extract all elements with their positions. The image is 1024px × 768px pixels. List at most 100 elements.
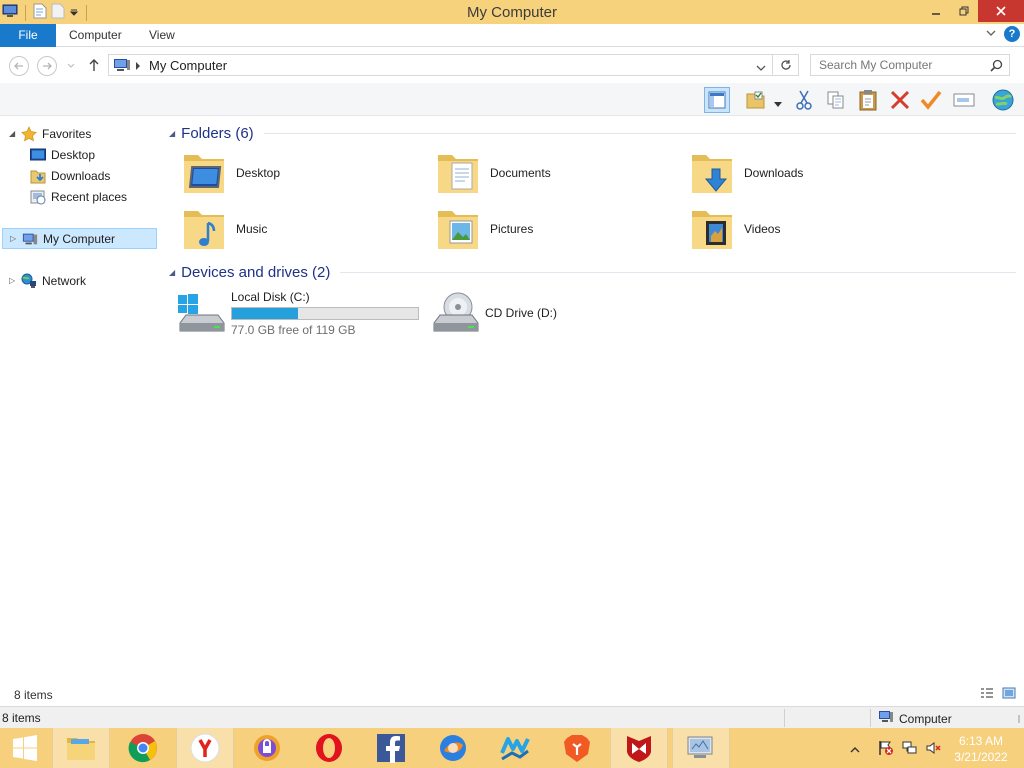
system-tray <box>850 740 942 759</box>
search-input[interactable] <box>819 55 989 75</box>
drive-local-disk-c[interactable]: Local Disk (C:) 77.0 GB free of 119 GB <box>168 286 424 340</box>
close-button[interactable] <box>978 0 1024 22</box>
drive-name: Local Disk (C:) <box>231 289 310 304</box>
search-box[interactable] <box>810 54 1010 76</box>
ribbon-controls: ? <box>986 26 1020 42</box>
cut-icon[interactable] <box>791 87 817 113</box>
collapse-arrow-icon[interactable]: ◢ <box>169 268 175 277</box>
taskbar-chrome[interactable] <box>114 728 172 768</box>
select-folder-icon[interactable] <box>744 87 770 113</box>
action-center-icon[interactable] <box>878 740 894 759</box>
paste-icon[interactable] <box>855 87 881 113</box>
star-icon <box>21 125 37 142</box>
drive-usage-fill <box>232 307 298 319</box>
expand-arrow-icon[interactable]: ▷ <box>10 234 20 243</box>
restore-button[interactable] <box>950 0 978 22</box>
details-bar: 8 items Computer <box>0 706 1024 728</box>
folders-group-title: Folders (6) <box>181 124 254 142</box>
tab-file[interactable]: File <box>0 24 56 47</box>
address-dropdown-icon[interactable] <box>756 61 766 75</box>
expand-ribbon-icon[interactable] <box>986 27 996 41</box>
browser-icon <box>440 735 466 761</box>
show-hidden-icons-icon[interactable] <box>850 743 860 757</box>
start-button[interactable] <box>0 728 50 768</box>
nav-network[interactable]: ▷ Network <box>9 270 86 291</box>
taskbar-browser[interactable] <box>424 728 482 768</box>
devices-group-header[interactable]: ◢ Devices and drives (2) <box>166 262 1016 282</box>
help-icon[interactable]: ? <box>1004 26 1020 42</box>
large-icons-view-icon[interactable] <box>1002 687 1016 702</box>
collapse-arrow-icon[interactable]: ◢ <box>9 129 19 138</box>
clock-date: 3/21/2022 <box>954 750 1008 764</box>
cd-drive-icon <box>430 289 479 337</box>
taskbar-brave[interactable] <box>548 728 606 768</box>
back-button[interactable] <box>9 56 29 76</box>
nav-item-recent-places[interactable]: Recent places <box>30 186 127 207</box>
nav-item-label: Desktop <box>51 147 96 162</box>
taskbar-file-explorer[interactable] <box>52 728 110 768</box>
nav-my-computer[interactable]: ▷ My Computer <box>2 228 157 249</box>
folder-label: Downloads <box>744 166 804 180</box>
computer-icon <box>878 710 894 727</box>
divider <box>263 132 1016 134</box>
network-status-icon[interactable] <box>902 740 918 759</box>
volume-muted-icon[interactable] <box>926 740 942 759</box>
taskbar-yandex[interactable] <box>176 728 234 768</box>
folder-videos[interactable]: Videos <box>678 202 928 256</box>
taskbar-mcafee[interactable] <box>610 728 668 768</box>
taskbar-clock[interactable]: 6:13 AM 3/21/2022 <box>946 733 1016 765</box>
nav-favorites[interactable]: ◢ Favorites <box>9 123 91 144</box>
collapse-arrow-icon[interactable]: ◢ <box>169 129 175 138</box>
computer-icon <box>113 57 131 76</box>
recent-locations-icon[interactable] <box>66 59 76 73</box>
checkmark-icon[interactable] <box>918 87 944 113</box>
folder-label: Pictures <box>490 222 534 236</box>
up-arrow-icon[interactable] <box>88 58 100 75</box>
preview-pane-icon[interactable] <box>704 87 730 113</box>
network-globe-icon[interactable] <box>990 87 1016 113</box>
computer-icon <box>22 231 38 247</box>
taskbar-wave-browser[interactable] <box>486 728 544 768</box>
divider <box>340 271 1016 273</box>
details-location: Computer <box>878 710 952 727</box>
nav-item-desktop[interactable]: Desktop <box>30 144 95 165</box>
tab-view[interactable]: View <box>149 24 175 47</box>
refresh-button[interactable] <box>773 54 799 76</box>
tab-computer[interactable]: Computer <box>69 24 122 47</box>
drive-cd-d[interactable]: CD Drive (D:) <box>424 286 674 340</box>
ribbon-tabs: File Computer View ? <box>0 24 1024 47</box>
clock-time: 6:13 AM <box>958 734 1004 748</box>
taskbar: 6:13 AM 3/21/2022 <box>0 728 1024 768</box>
search-icon[interactable] <box>990 59 1003 75</box>
navigation-pane: ◢ Favorites Desktop Downloads Recent pla… <box>0 116 158 682</box>
drive-free-space: 77.0 GB free of 119 GB <box>231 322 356 337</box>
taskbar-opera[interactable] <box>300 728 358 768</box>
chrome-icon <box>128 734 157 763</box>
nav-item-downloads[interactable]: Downloads <box>30 165 110 186</box>
brave-icon <box>564 735 590 762</box>
folder-music[interactable]: Music <box>170 202 420 256</box>
folder-pictures[interactable]: Pictures <box>424 202 674 256</box>
folder-label: Videos <box>744 222 781 236</box>
resize-grip-icon[interactable] <box>1012 713 1020 727</box>
minimize-button[interactable] <box>922 0 950 22</box>
forward-button[interactable] <box>37 56 57 76</box>
breadcrumb[interactable]: My Computer <box>149 58 227 73</box>
folder-downloads[interactable]: Downloads <box>678 146 928 200</box>
folders-group-header[interactable]: ◢ Folders (6) <box>166 123 1016 143</box>
delete-icon[interactable] <box>887 87 913 113</box>
copy-icon[interactable] <box>823 87 849 113</box>
content-area: ◢ Folders (6) Desktop Documents Download… <box>166 116 1024 682</box>
details-view-icon[interactable] <box>980 687 994 702</box>
rename-icon[interactable] <box>951 87 977 113</box>
taskbar-vpn[interactable] <box>238 728 296 768</box>
view-switcher <box>980 687 1016 702</box>
folder-documents[interactable]: Documents <box>424 146 674 200</box>
expand-arrow-icon[interactable]: ▷ <box>9 276 19 285</box>
address-bar[interactable]: My Computer <box>108 54 773 76</box>
taskbar-facebook[interactable] <box>362 728 420 768</box>
folder-options-dropdown-icon[interactable] <box>774 97 782 111</box>
breadcrumb-arrow-icon[interactable] <box>135 60 141 74</box>
folder-desktop[interactable]: Desktop <box>170 146 420 200</box>
taskbar-my-computer[interactable] <box>672 728 730 768</box>
